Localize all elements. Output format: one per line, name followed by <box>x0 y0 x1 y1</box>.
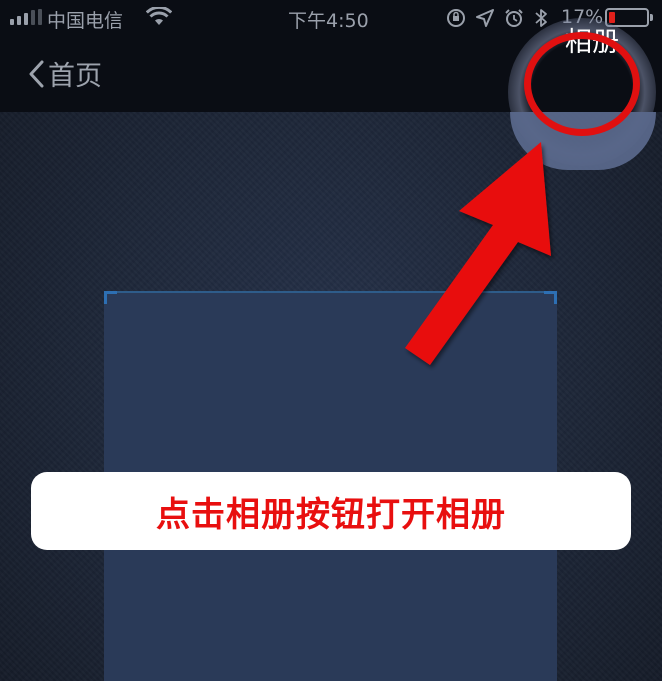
signal-icon <box>10 9 42 25</box>
location-icon <box>476 9 494 27</box>
alarm-icon <box>505 9 523 27</box>
chevron-left-icon <box>29 60 44 87</box>
status-icons <box>446 8 548 28</box>
navigation-bar: 首页 <box>0 34 662 112</box>
back-button-label: 首页 <box>48 61 102 92</box>
wifi-icon <box>146 7 172 25</box>
instruction-callout: 点击相册按钮打开相册 <box>31 472 631 550</box>
orientation-lock-icon <box>447 9 465 27</box>
instruction-text: 点击相册按钮打开相册 <box>156 494 506 535</box>
album-button[interactable]: 相册 <box>565 20 619 59</box>
scan-corner-left <box>104 291 117 304</box>
status-time: 下午4:50 <box>288 10 369 32</box>
scan-corner-right <box>544 291 557 304</box>
scanner-screen: 中国电信 下午4:50 17% 首页 相册 点击相册按钮打开相册 <box>0 0 662 681</box>
carrier-name: 中国电信 <box>47 10 124 32</box>
highlight-spotlight <box>510 112 656 170</box>
status-bar: 中国电信 下午4:50 17% <box>0 0 662 34</box>
bluetooth-icon <box>535 9 547 27</box>
back-button[interactable]: 首页 <box>28 54 102 93</box>
